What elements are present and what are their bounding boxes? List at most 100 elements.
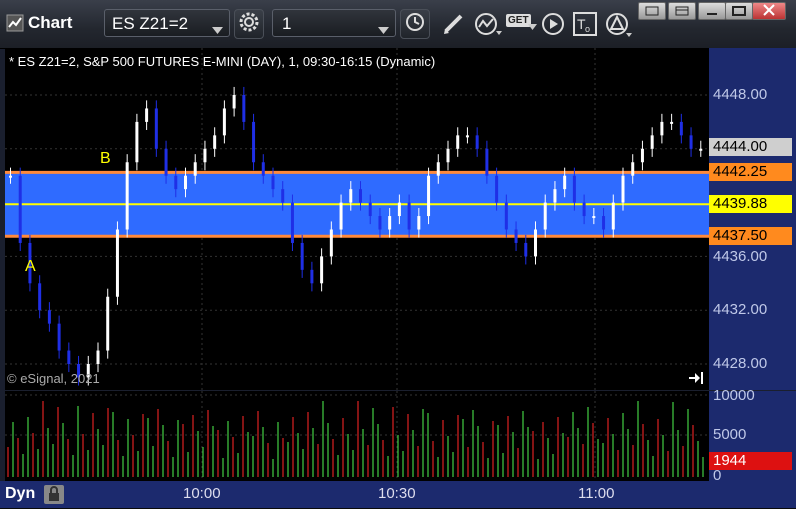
candle-body xyxy=(106,296,110,351)
candle-body xyxy=(543,202,547,230)
candle-body xyxy=(417,216,421,230)
candle-body xyxy=(427,175,431,217)
alert-icon xyxy=(604,13,634,43)
candle-body xyxy=(640,148,644,163)
text-tool-button[interactable]: To xyxy=(572,11,598,37)
minimize-button[interactable] xyxy=(698,2,726,20)
volume-axis[interactable]: 10000 5000 1944 0 xyxy=(709,387,796,484)
dynamic-mode-label: Dyn xyxy=(5,485,36,502)
maximize-button[interactable] xyxy=(725,2,753,20)
last-price-label: 4444.00 xyxy=(709,138,792,156)
candle-body xyxy=(290,202,294,243)
price-tick: 4428.00 xyxy=(713,355,768,372)
candle-body xyxy=(145,108,149,122)
candle-body xyxy=(650,135,654,149)
candle-body xyxy=(203,148,207,163)
draw-tool-button[interactable] xyxy=(440,11,468,37)
candle-body xyxy=(495,175,499,203)
time-tick: 11:00 xyxy=(578,485,615,502)
candle-body xyxy=(485,148,489,176)
studies-icon xyxy=(472,13,504,41)
candle-body xyxy=(611,202,615,230)
get-label: GET xyxy=(506,14,531,27)
time-axis[interactable]: 10:00 10:30 11:00 xyxy=(5,481,709,508)
candle-body xyxy=(378,216,382,230)
studies-button[interactable] xyxy=(472,11,504,37)
chevron-down-icon[interactable] xyxy=(212,19,223,39)
candle-body xyxy=(475,135,479,149)
candle-body xyxy=(9,175,12,178)
candle-body xyxy=(271,175,275,190)
candle-body xyxy=(300,242,304,270)
candle-body xyxy=(320,256,324,284)
lock-icon[interactable] xyxy=(44,485,64,504)
copyright-label: © eSignal, 2021 xyxy=(7,371,100,386)
tile-button[interactable] xyxy=(668,2,696,20)
candle-body xyxy=(47,310,51,324)
candle-body xyxy=(631,162,635,176)
candle-body xyxy=(18,175,22,243)
price-chart[interactable]: * ES Z21=2, S&P 500 FUTURES E-MINI (DAY)… xyxy=(5,48,709,390)
interval-value: 1 xyxy=(282,14,292,33)
price-axis[interactable]: 4448.00 4436.00 4432.00 4428.00 4444.00 … xyxy=(709,48,796,390)
restore-button[interactable] xyxy=(638,2,666,20)
axis-corner xyxy=(709,481,796,508)
symbol-settings-button[interactable] xyxy=(234,9,264,39)
candle-body xyxy=(329,229,333,257)
chart-header: * ES Z21=2, S&P 500 FUTURES E-MINI (DAY)… xyxy=(9,54,436,69)
candle-body xyxy=(310,269,314,284)
marker-a: A xyxy=(25,258,36,275)
scroll-to-end-icon[interactable] xyxy=(687,370,705,386)
play-button[interactable] xyxy=(540,11,566,37)
candle-body xyxy=(174,175,178,190)
chart-window-icon xyxy=(6,14,24,32)
candle-body xyxy=(660,121,664,136)
mid-level-label: 4439.88 xyxy=(709,195,792,213)
candle-body xyxy=(349,189,353,203)
candle-body xyxy=(524,242,528,257)
interval-settings-button[interactable] xyxy=(400,9,430,39)
gear-icon xyxy=(238,11,260,38)
candle-body xyxy=(621,175,625,203)
toolbar: Chart ES Z21=2 1 GET T o xyxy=(0,0,796,49)
candle-body xyxy=(553,189,557,203)
candle-body xyxy=(592,216,596,219)
volume-tick: 5000 xyxy=(713,426,747,443)
candle-body xyxy=(359,189,362,203)
close-button[interactable] xyxy=(752,2,786,20)
dynamic-mode-button[interactable]: Dyn xyxy=(0,481,70,508)
candle-body xyxy=(222,108,226,136)
candle-body xyxy=(679,121,683,136)
window-title: Chart xyxy=(28,13,73,32)
candle-body xyxy=(57,323,61,351)
marker-b: B xyxy=(100,150,111,167)
candle-body xyxy=(213,135,217,149)
lower-level-label: 4437.50 xyxy=(709,227,792,245)
close-icon xyxy=(763,3,775,19)
chevron-down-icon[interactable] xyxy=(378,19,389,39)
candle-body xyxy=(368,202,372,217)
candle-body xyxy=(689,135,693,149)
candle-body xyxy=(582,202,586,217)
candle-body xyxy=(534,229,537,257)
candle-body xyxy=(135,121,139,163)
svg-text:o: o xyxy=(585,24,590,34)
upper-level-label: 4442.25 xyxy=(709,163,792,181)
candle-body xyxy=(397,202,401,217)
candle-body xyxy=(242,95,246,122)
candle-body xyxy=(154,108,158,149)
clock-icon xyxy=(404,11,426,38)
alert-button[interactable] xyxy=(604,11,634,39)
volume-chart[interactable] xyxy=(5,391,709,481)
candle-body xyxy=(446,148,450,163)
price-tick: 4432.00 xyxy=(713,301,768,318)
candle-body xyxy=(572,175,576,203)
candle-body xyxy=(252,121,256,163)
get-data-button[interactable]: GET xyxy=(506,12,538,36)
symbol-field[interactable]: ES Z21=2 xyxy=(104,9,230,37)
candle-body xyxy=(670,121,674,124)
candle-body xyxy=(456,135,460,149)
interval-field[interactable]: 1 xyxy=(272,9,396,37)
candle-body xyxy=(514,229,518,243)
candle-body xyxy=(38,283,42,311)
